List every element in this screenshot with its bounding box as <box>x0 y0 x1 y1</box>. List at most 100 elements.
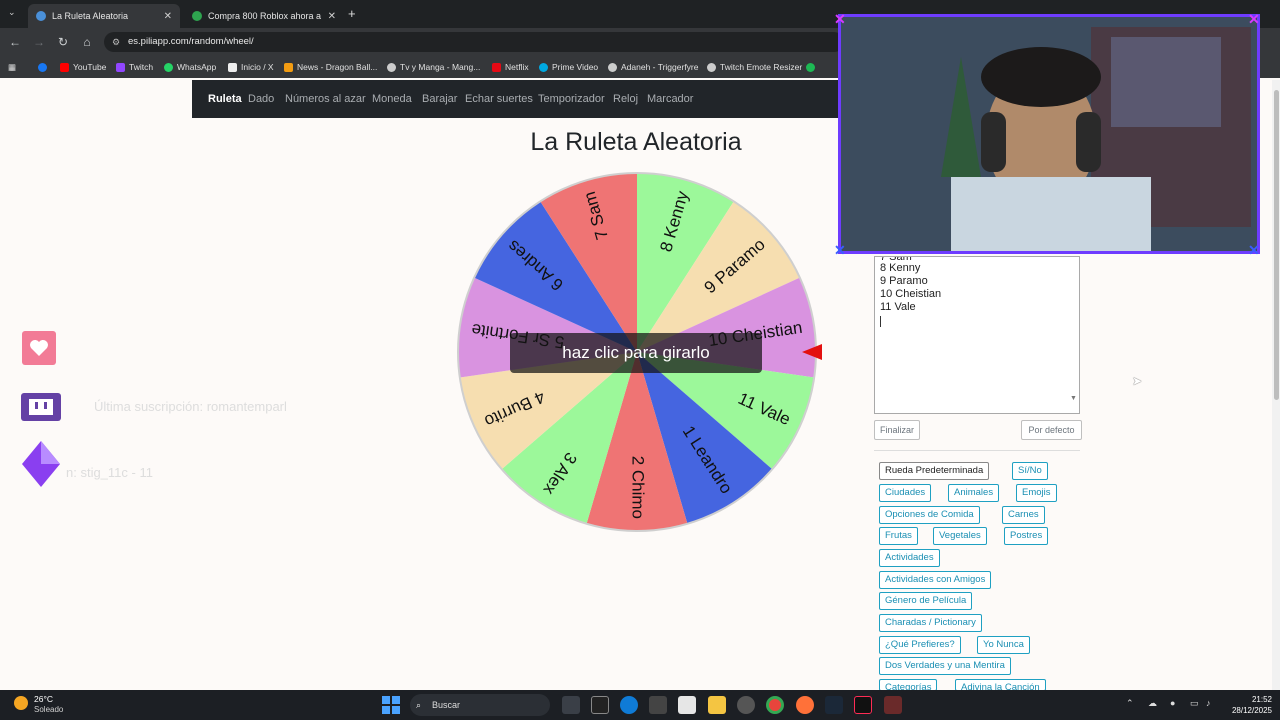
preset-si-no[interactable]: Sí/No <box>1012 462 1048 480</box>
bookmark-x[interactable]: Inicio / X <box>228 56 274 78</box>
store-icon[interactable] <box>649 696 667 714</box>
preset-ciudades[interactable]: Ciudades <box>879 484 932 502</box>
apps-icon[interactable]: ▦ <box>8 56 16 78</box>
whatsapp-icon <box>164 62 173 72</box>
prime-video-icon <box>539 62 548 72</box>
tab-title: La Ruleta Aleatoria <box>52 11 129 21</box>
preset-emojis[interactable]: Emojis <box>1016 484 1057 502</box>
entry-line: 11 Vale <box>880 301 916 313</box>
chevron-up-icon[interactable]: ⌃ <box>1126 698 1134 709</box>
bookmark-whatsapp[interactable]: WhatsApp <box>164 56 216 78</box>
netflix-icon <box>492 62 501 72</box>
scrollbar-thumb[interactable] <box>1274 90 1279 400</box>
tab-inactive[interactable]: Compra 800 Roblox ahora a un ✕ <box>184 4 344 28</box>
nav-barajar[interactable]: Barajar <box>422 80 457 118</box>
weather-temp[interactable]: 26°C <box>34 694 53 704</box>
bookmark-twitch[interactable]: Twitch <box>116 56 153 78</box>
preset-dos-verdades[interactable]: Dos Verdades y una Mentira <box>879 657 1011 675</box>
preset-actividades[interactable]: Actividades <box>879 549 940 567</box>
tab-menu-icon[interactable]: ⌄ <box>8 7 16 18</box>
bookmark-label: YouTube <box>73 62 107 72</box>
bookmark-adaneh[interactable]: Adaneh - Triggerfyre <box>608 56 698 78</box>
spotify-icon <box>806 62 815 72</box>
forward-icon[interactable]: → <box>30 33 48 51</box>
close-icon[interactable]: ✕ <box>164 11 172 22</box>
back-icon[interactable]: ← <box>6 33 24 51</box>
spin-button[interactable]: haz clic para girarlo <box>510 333 762 373</box>
bookmark-facebook[interactable] <box>38 56 51 78</box>
settings-icon[interactable] <box>737 696 755 714</box>
bookmark-manga[interactable]: Tv y Manga - Mang... <box>387 56 480 78</box>
preset-genero-pelicula[interactable]: Género de Película <box>879 592 973 610</box>
bookmark-youtube[interactable]: YouTube <box>60 56 106 78</box>
calendar-icon[interactable] <box>678 696 696 714</box>
weather-condition[interactable]: Soleado <box>34 705 63 714</box>
taskbar-clock[interactable]: 21:52 28/12/2025 <box>1222 694 1272 716</box>
bookmark-spotify[interactable] <box>806 56 819 78</box>
home-icon[interactable]: ⌂ <box>78 33 96 51</box>
finish-button[interactable]: Finalizar <box>874 420 920 440</box>
terminal-icon[interactable] <box>591 696 609 714</box>
preset-charadas[interactable]: Charadas / Pictionary <box>879 614 982 632</box>
windows-start-icon[interactable] <box>382 696 400 714</box>
bookmark-emote-resizer[interactable]: Twitch Emote Resizer <box>707 56 802 78</box>
nav-ruleta[interactable]: Ruleta <box>208 80 242 118</box>
reload-icon[interactable]: ↻ <box>54 33 72 51</box>
wheel-pointer <box>802 344 822 360</box>
bookmark-label: Inicio / X <box>241 62 274 72</box>
preset-frutas[interactable]: Frutas <box>879 527 918 545</box>
page-title: La Ruleta Aleatoria <box>530 128 742 156</box>
roblox-icon <box>192 11 202 21</box>
bookmark-dragonball[interactable]: News - Dragon Ball... <box>284 56 377 78</box>
nav-temporizador[interactable]: Temporizador <box>538 80 605 118</box>
nav-dado[interactable]: Dado <box>248 80 274 118</box>
taskbar-search[interactable]: ⌕ Buscar <box>410 694 550 716</box>
sun-icon[interactable] <box>14 696 28 710</box>
nav-echar-suertes[interactable]: Echar suertes <box>465 80 533 118</box>
task-view-icon[interactable] <box>562 696 580 714</box>
new-tab-icon[interactable]: + <box>348 6 356 21</box>
app-icon[interactable] <box>884 696 902 714</box>
nav-numeros[interactable]: Números al azar <box>285 80 366 118</box>
default-button[interactable]: Por defecto <box>1021 420 1082 440</box>
bookmark-label: WhatsApp <box>177 62 217 72</box>
network-icon[interactable]: ☁ <box>1148 698 1157 709</box>
url-input[interactable]: ⚙ es.piliapp.com/random/wheel/ <box>104 32 844 52</box>
bookmark-label: Netflix <box>505 62 529 72</box>
preset-rueda-predeterminada[interactable]: Rueda Predeterminada <box>879 462 990 480</box>
volume-icon[interactable]: ♪ <box>1206 698 1211 708</box>
globe-icon <box>608 62 617 72</box>
monitor-icon[interactable]: ▭ <box>1190 698 1199 709</box>
nav-moneda[interactable]: Moneda <box>372 80 412 118</box>
bookmark-netflix[interactable]: Netflix <box>492 56 529 78</box>
preset-carnes[interactable]: Carnes <box>1002 506 1045 524</box>
file-explorer-icon[interactable] <box>708 696 726 714</box>
webcam-image <box>841 17 1257 251</box>
bookmark-label: Twitch <box>129 62 154 72</box>
steam-icon[interactable] <box>825 696 843 714</box>
preset-vegetales[interactable]: Vegetales <box>933 527 987 545</box>
preset-animales[interactable]: Animales <box>948 484 1000 502</box>
entries-textarea[interactable]: 7 Sam 8 Kenny 9 Paramo 10 Cheistian 11 V… <box>874 256 1080 414</box>
tab-active[interactable]: La Ruleta Aleatoria ✕ <box>28 4 180 28</box>
preset-actividades-amigos[interactable]: Actividades con Amigos <box>879 571 992 589</box>
site-info-icon[interactable]: ⚙ <box>112 32 120 52</box>
heart-icon <box>22 331 56 365</box>
firefox-icon[interactable] <box>796 696 814 714</box>
chrome-icon[interactable] <box>766 696 784 714</box>
preset-yo-nunca[interactable]: Yo Nunca <box>977 636 1030 654</box>
nav-reloj[interactable]: Reloj <box>613 80 638 118</box>
entry-line: 10 Cheistian <box>880 288 942 300</box>
preset-que-prefieres[interactable]: ¿Qué Prefieres? <box>879 636 961 654</box>
search-label: Buscar <box>432 700 461 710</box>
mic-icon[interactable]: ● <box>1170 698 1175 708</box>
scroll-down-icon[interactable]: ▼ <box>1070 395 1077 402</box>
bookmark-prime[interactable]: Prime Video <box>539 56 598 78</box>
preset-postres[interactable]: Postres <box>1004 527 1049 545</box>
nav-marcador[interactable]: Marcador <box>647 80 693 118</box>
tiktok-icon[interactable] <box>854 696 872 714</box>
close-icon[interactable]: ✕ <box>328 11 336 22</box>
corner-x-icon: ✕ <box>834 242 846 258</box>
preset-opciones-comida[interactable]: Opciones de Comida <box>879 506 980 524</box>
edge-icon[interactable] <box>620 696 638 714</box>
